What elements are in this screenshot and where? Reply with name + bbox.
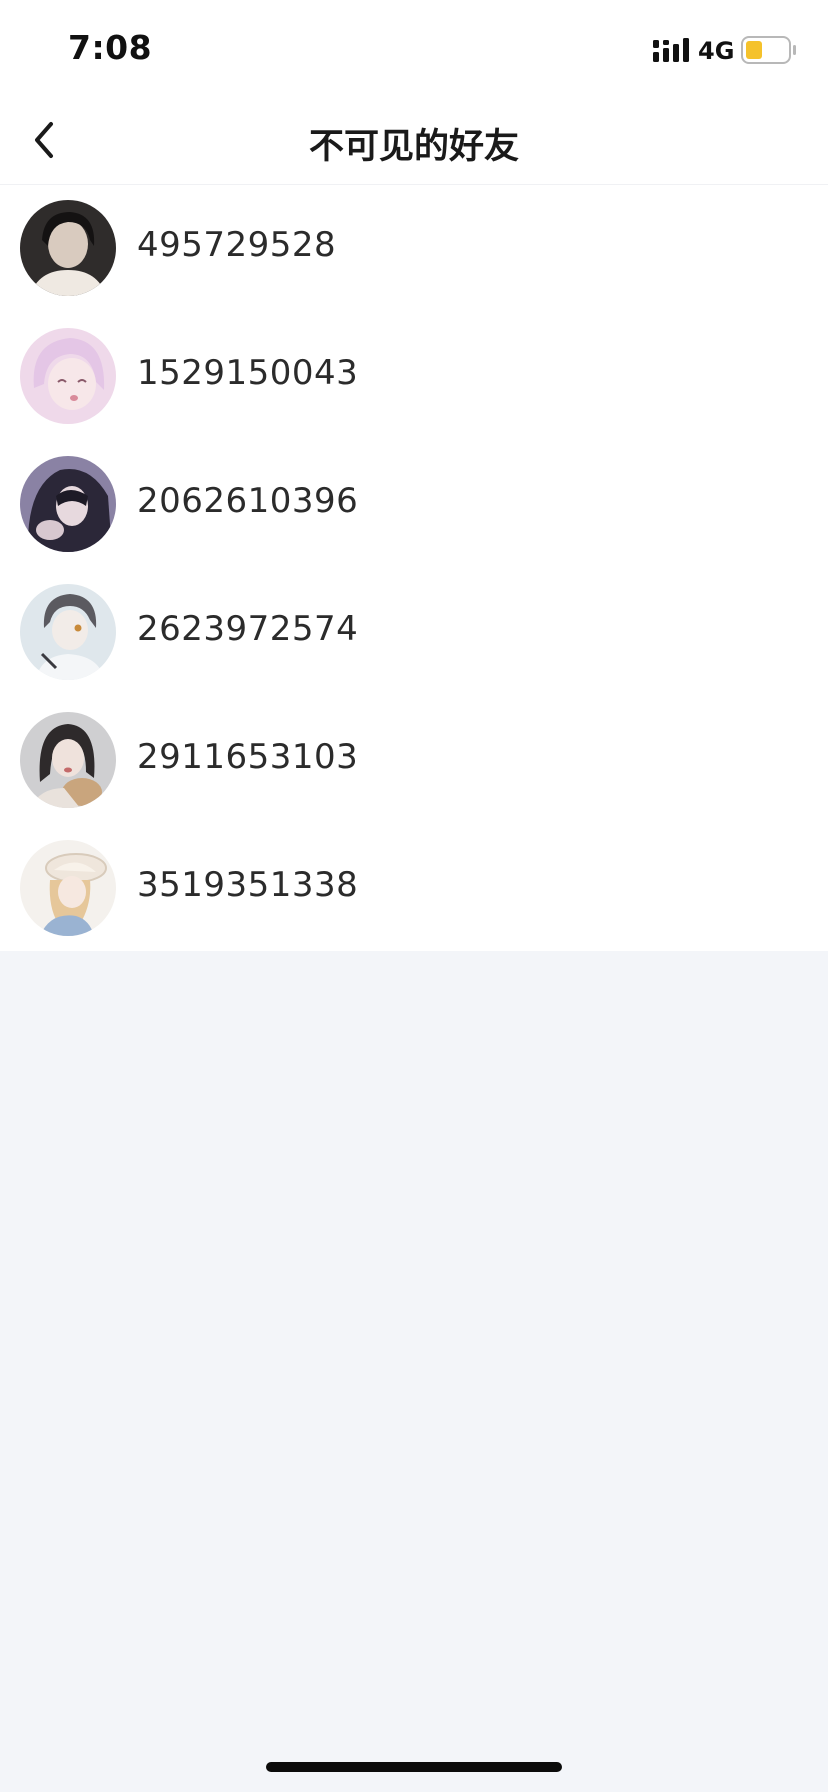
home-indicator[interactable]: [266, 1762, 562, 1772]
friend-row[interactable]: 1529150043: [0, 313, 828, 441]
status-time: 7:08: [68, 28, 153, 67]
avatar: [20, 584, 116, 680]
friend-row[interactable]: 2062610396: [0, 441, 828, 569]
friend-row[interactable]: 495729528: [0, 185, 828, 313]
friend-name: 2062610396: [137, 481, 359, 521]
navigation-bar: 不可见的好友: [0, 96, 828, 185]
status-bar: 7:08 4G: [0, 0, 828, 96]
battery-icon: [741, 36, 796, 64]
friend-name: 2623972574: [137, 609, 359, 649]
friend-row[interactable]: 2911653103: [0, 697, 828, 825]
avatar: [20, 200, 116, 296]
signal-bars-icon: [653, 38, 689, 62]
friend-name: 2911653103: [137, 737, 359, 777]
friend-name: 1529150043: [137, 353, 359, 393]
friend-name: 495729528: [137, 225, 337, 265]
page-title: 不可见的好友: [308, 127, 519, 167]
friend-row[interactable]: 3519351338: [0, 825, 828, 953]
invisible-friends-list: 495729528 1529150043 2062610396 26239725…: [0, 185, 828, 951]
friend-row[interactable]: 2623972574: [0, 569, 828, 697]
avatar: [20, 840, 116, 936]
avatar: [20, 712, 116, 808]
avatar: [20, 328, 116, 424]
network-type-label: 4G: [698, 37, 735, 65]
avatar: [20, 456, 116, 552]
friend-name: 3519351338: [137, 865, 359, 905]
